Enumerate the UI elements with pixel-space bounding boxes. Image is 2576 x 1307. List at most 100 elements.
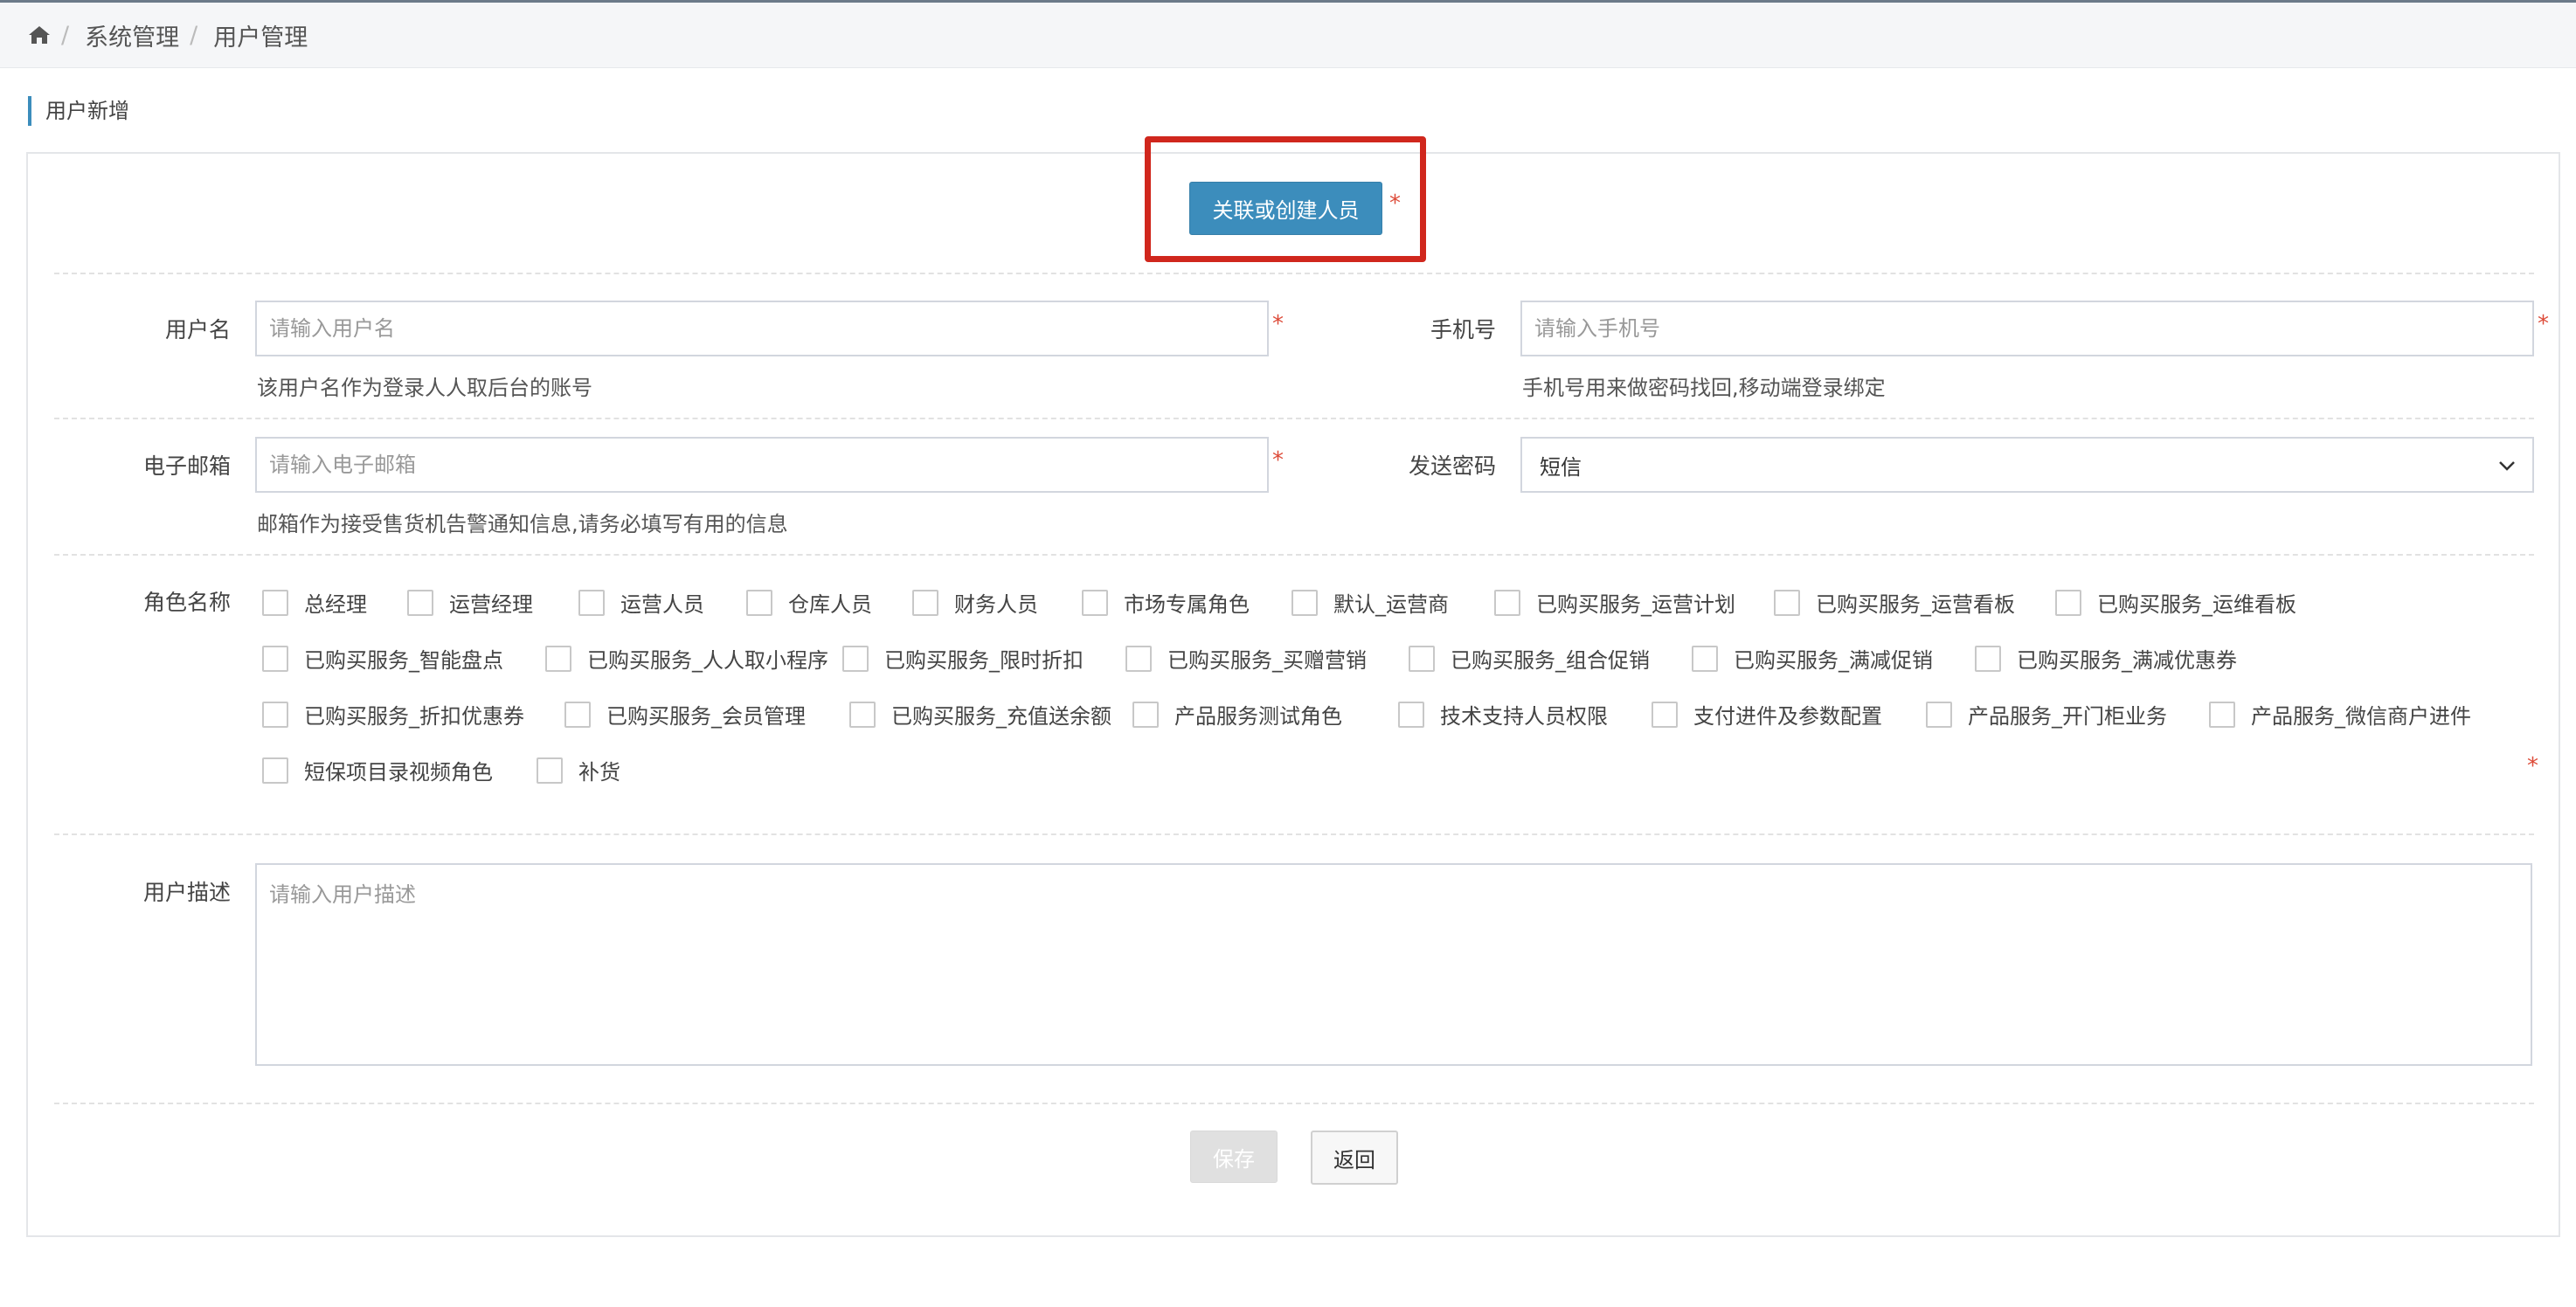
email-input[interactable] [255,437,1269,493]
role-checkbox[interactable] [578,589,605,616]
role-option[interactable]: 短保项目录视频角色 [262,755,493,785]
username-label: 用户名 [164,317,231,342]
description-textarea[interactable] [255,863,2532,1066]
role-option[interactable]: 已购买服务_买赠营销 [1125,643,1367,674]
role-option[interactable]: 已购买服务_组合促销 [1409,643,1650,674]
role-checkbox[interactable] [262,645,288,672]
role-checkbox[interactable] [564,701,591,728]
role-option[interactable]: 已购买服务_运营计划 [1494,587,1735,618]
role-label: 已购买服务_限时折扣 [884,648,1084,673]
role-checkbox[interactable] [1125,645,1152,672]
role-checkbox[interactable] [1494,589,1520,616]
role-option[interactable]: 产品服务_微信商户进件 [2209,699,2471,730]
role-option[interactable]: 已购买服务_满减优惠券 [1975,643,2237,674]
role-checkbox[interactable] [537,757,563,784]
role-option[interactable]: 已购买服务_折扣优惠券 [262,699,524,730]
role-label: 已购买服务_充值送余额 [891,704,1111,729]
role-label: 已购买服务_运营计划 [1536,592,1735,617]
home-icon[interactable] [28,24,51,45]
link-create-person-button[interactable]: 关联或创建人员 [1189,182,1382,235]
send-password-select[interactable]: 短信 [1520,437,2534,493]
divider [54,554,2534,556]
role-checkbox[interactable] [1291,589,1318,616]
phone-label: 手机号 [1430,317,1496,342]
divider [54,833,2534,835]
required-mark: * [2538,311,2549,337]
roles-label: 角色名称 [142,590,231,615]
description-label: 用户描述 [142,880,231,905]
role-option[interactable]: 默认_运营商 [1291,587,1449,618]
role-option[interactable]: 已购买服务_运营看板 [1774,587,2015,618]
role-label: 已购买服务_会员管理 [606,704,806,729]
role-option[interactable]: 总经理 [262,587,367,618]
role-option[interactable]: 支付进件及参数配置 [1652,699,1882,730]
role-option[interactable]: 运营经理 [407,587,533,618]
role-label: 已购买服务_折扣优惠券 [304,704,524,729]
role-checkbox[interactable] [1132,701,1159,728]
required-mark: * [1272,447,1284,474]
phone-help: 手机号用来做密码找回,移动端登录绑定 [1522,376,1886,400]
role-label: 已购买服务_满减促销 [1734,648,1933,673]
username-help: 该用户名作为登录人人取后台的账号 [257,376,592,400]
role-checkbox[interactable] [407,589,433,616]
send-password-value: 短信 [1540,454,1582,480]
required-mark: * [1389,190,1401,217]
chevron-down-icon [2497,456,2517,475]
role-option[interactable]: 产品服务_开门柜业务 [1926,699,2167,730]
role-checkbox[interactable] [746,589,772,616]
role-checkbox[interactable] [912,589,938,616]
role-option[interactable]: 已购买服务_会员管理 [564,699,806,730]
username-input[interactable] [255,301,1269,356]
role-checkbox[interactable] [1409,645,1435,672]
role-option[interactable]: 仓库人员 [746,587,872,618]
role-option[interactable]: 运营人员 [578,587,704,618]
role-option[interactable]: 已购买服务_人人取小程序 [545,643,828,674]
role-option[interactable]: 技术支持人员权限 [1398,699,1608,730]
role-option[interactable]: 财务人员 [912,587,1038,618]
role-label: 产品服务测试角色 [1174,704,1342,729]
role-option[interactable]: 已购买服务_智能盘点 [262,643,503,674]
role-option[interactable]: 已购买服务_限时折扣 [842,643,1084,674]
role-option[interactable]: 已购买服务_充值送余额 [849,699,1111,730]
breadcrumb-item-user[interactable]: 用户管理 [213,18,308,52]
role-label: 产品服务_微信商户进件 [2251,704,2471,729]
role-label: 已购买服务_智能盘点 [304,648,503,673]
role-checkbox[interactable] [849,701,876,728]
role-option[interactable]: 已购买服务_运维看板 [2055,587,2296,618]
save-button[interactable]: 保存 [1190,1131,1278,1183]
role-checkbox[interactable] [1692,645,1718,672]
breadcrumb-item-system[interactable]: 系统管理 [85,18,179,52]
role-checkbox[interactable] [262,589,288,616]
role-checkbox[interactable] [842,645,869,672]
role-label: 运营人员 [620,592,704,617]
divider [54,273,2534,274]
role-label: 短保项目录视频角色 [304,760,493,785]
role-label: 已购买服务_运维看板 [2097,592,2296,617]
breadcrumb: / 系统管理 / 用户管理 [28,18,308,52]
role-label: 市场专属角色 [1124,592,1250,617]
role-checkbox[interactable] [1975,645,2001,672]
role-checkbox[interactable] [2209,701,2235,728]
role-label: 支付进件及参数配置 [1693,704,1882,729]
role-option[interactable]: 市场专属角色 [1082,587,1250,618]
role-checkbox[interactable] [262,757,288,784]
role-option[interactable]: 补货 [537,755,620,785]
role-checkbox[interactable] [545,645,571,672]
role-checkbox[interactable] [1926,701,1952,728]
role-checkbox[interactable] [1774,589,1800,616]
role-label: 已购买服务_人人取小程序 [587,648,828,673]
role-checkbox[interactable] [1398,701,1424,728]
breadcrumb-bar: / 系统管理 / 用户管理 [0,0,2576,68]
role-option[interactable]: 产品服务测试角色 [1132,699,1342,730]
role-label: 仓库人员 [788,592,872,617]
role-checkbox[interactable] [2055,589,2081,616]
role-option[interactable]: 已购买服务_满减促销 [1692,643,1933,674]
role-checkbox[interactable] [1082,589,1108,616]
phone-input[interactable] [1520,301,2534,356]
role-label: 已购买服务_组合促销 [1451,648,1650,673]
role-checkbox[interactable] [262,701,288,728]
email-help: 邮箱作为接受售货机告警通知信息,请务必填写有用的信息 [257,512,788,536]
breadcrumb-separator: / [61,21,70,49]
role-checkbox[interactable] [1652,701,1678,728]
back-button[interactable]: 返回 [1311,1131,1398,1185]
